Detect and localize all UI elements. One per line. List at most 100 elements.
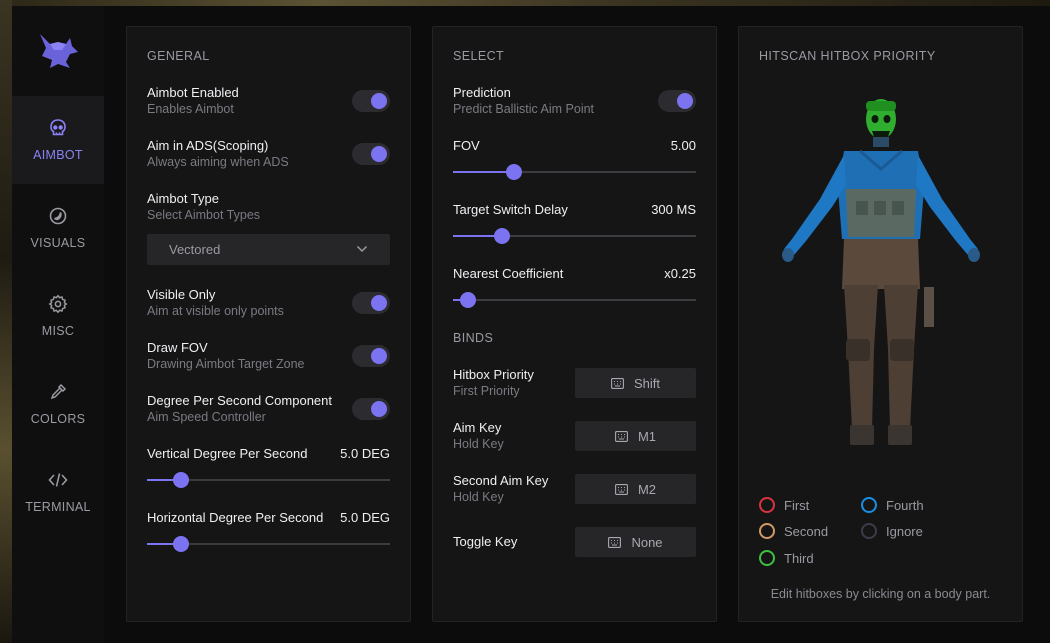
vertical-dps-value: 5.0 DEG bbox=[340, 446, 390, 461]
hitbox-left-leg[interactable] bbox=[844, 285, 878, 445]
slider-thumb[interactable] bbox=[505, 164, 522, 180]
skull-icon bbox=[50, 119, 66, 136]
slider-thumb[interactable] bbox=[493, 228, 510, 244]
horizontal-dps-label: Horizontal Degree Per Second bbox=[147, 510, 324, 525]
sidebar-item-terminal[interactable]: TERMINAL bbox=[12, 448, 104, 536]
aimbot-type-sub: Select Aimbot Types bbox=[147, 208, 261, 222]
bind-key-label: M1 bbox=[637, 428, 657, 444]
sidebar-item-aimbot[interactable]: AIMBOT bbox=[12, 96, 104, 184]
hitbox-panel: HITSCAN HITBOX PRIORITY First Fourth Sec… bbox=[738, 26, 1023, 622]
hitbox-pelvis[interactable] bbox=[842, 239, 920, 289]
nearest-coef-row: Nearest Coefficient x0.25 bbox=[453, 266, 696, 316]
legend-dot-second bbox=[759, 523, 775, 539]
slider-thumb[interactable] bbox=[173, 472, 190, 488]
nearest-coef-slider[interactable] bbox=[453, 292, 696, 308]
legend-first[interactable]: First bbox=[759, 497, 809, 513]
legend-ignore[interactable]: Ignore bbox=[861, 523, 923, 539]
slider-thumb[interactable] bbox=[459, 292, 476, 308]
aimbot-enabled-toggle[interactable] bbox=[352, 90, 390, 112]
prediction-toggle[interactable] bbox=[658, 90, 696, 112]
dps-component-toggle[interactable] bbox=[352, 398, 390, 420]
select-panel: SELECT Prediction Predict Ballistic Aim … bbox=[432, 26, 717, 622]
vertical-dps-slider[interactable] bbox=[147, 472, 390, 488]
nearest-coef-value: x0.25 bbox=[664, 266, 696, 281]
hitbox-hint-text: Edit hitboxes by clicking on a body part… bbox=[770, 587, 991, 601]
legend-label: Fourth bbox=[886, 497, 924, 513]
vertical-dps-label: Vertical Degree Per Second bbox=[147, 446, 308, 461]
general-panel: GENERAL Aimbot Enabled Enables Aimbot Ai… bbox=[126, 26, 411, 622]
sidebar-item-label: TERMINAL bbox=[25, 500, 91, 514]
sidebar: AIMBOT VISUALS MISC COLORS TERMINAL bbox=[12, 6, 104, 643]
app-window: AIMBOT VISUALS MISC COLORS TERMINAL GENE… bbox=[12, 6, 1050, 643]
bind-row-hitbox-priority: Hitbox Priority First Priority Shift bbox=[453, 367, 696, 398]
keyboard-icon bbox=[615, 430, 628, 442]
hitbox-left-arm[interactable] bbox=[782, 155, 846, 262]
eye-icon bbox=[49, 207, 67, 225]
fov-row: FOV 5.00 bbox=[453, 138, 696, 188]
hitbox-right-arm[interactable] bbox=[916, 155, 980, 262]
holster bbox=[924, 287, 934, 327]
visible-only-row: Visible Only Aim at visible only points bbox=[147, 287, 390, 318]
sidebar-item-misc[interactable]: MISC bbox=[12, 272, 104, 360]
hitbox-torso[interactable] bbox=[838, 149, 924, 239]
bind-key-button-toggle[interactable]: None bbox=[575, 527, 696, 557]
fov-value: 5.00 bbox=[670, 138, 696, 153]
sidebar-item-visuals[interactable]: VISUALS bbox=[12, 184, 104, 272]
content-area: GENERAL Aimbot Enabled Enables Aimbot Ai… bbox=[104, 6, 1050, 643]
hitbox-neck[interactable] bbox=[873, 137, 889, 147]
legend-label: First bbox=[784, 497, 810, 513]
fov-label: FOV bbox=[453, 138, 480, 153]
sidebar-item-label: AIMBOT bbox=[33, 148, 83, 162]
switch-delay-label: Target Switch Delay bbox=[453, 202, 568, 217]
chevron-down-icon bbox=[356, 245, 368, 253]
bind-key-button-second-aim[interactable]: M2 bbox=[575, 474, 696, 504]
nearest-coef-label: Nearest Coefficient bbox=[453, 266, 564, 281]
aimbot-type-select[interactable]: Vectored bbox=[147, 234, 390, 265]
sidebar-item-label: MISC bbox=[41, 324, 75, 338]
gear-icon bbox=[48, 294, 68, 314]
section-title-select: SELECT bbox=[453, 49, 505, 63]
bind-key-label: M2 bbox=[637, 481, 657, 497]
visible-only-toggle[interactable] bbox=[352, 292, 390, 314]
legend-dot-ignore bbox=[861, 523, 877, 539]
hitbox-right-leg[interactable] bbox=[884, 285, 918, 445]
horizontal-dps-slider[interactable] bbox=[147, 536, 390, 552]
fov-slider[interactable] bbox=[453, 164, 696, 180]
aim-ads-row: Aim in ADS(Scoping) Always aiming when A… bbox=[147, 138, 390, 169]
code-icon bbox=[48, 473, 68, 487]
aimbot-type-value: Vectored bbox=[169, 242, 221, 257]
sidebar-item-colors[interactable]: COLORS bbox=[12, 360, 104, 448]
bind-row-toggle-key: Toggle Key None bbox=[453, 527, 696, 557]
legend-label: Ignore bbox=[886, 523, 923, 539]
draw-fov-row: Draw FOV Drawing Aimbot Target Zone bbox=[147, 340, 390, 371]
legend-dot-third bbox=[759, 550, 775, 566]
section-title-general: GENERAL bbox=[147, 49, 210, 63]
sidebar-item-label: COLORS bbox=[30, 412, 86, 426]
section-title-hitbox: HITSCAN HITBOX PRIORITY bbox=[759, 49, 936, 63]
bind-key-button-aim[interactable]: M1 bbox=[575, 421, 696, 451]
draw-fov-toggle[interactable] bbox=[352, 345, 390, 367]
legend-dot-fourth bbox=[861, 497, 877, 513]
switch-delay-value: 300 MS bbox=[651, 202, 696, 217]
character-model bbox=[782, 99, 980, 445]
bind-row-second-aim-key: Second Aim Key Hold Key M2 bbox=[453, 473, 696, 504]
legend-dot-first bbox=[759, 497, 775, 513]
prediction-row: Prediction Predict Ballistic Aim Point bbox=[453, 85, 696, 116]
hitbox-head[interactable] bbox=[866, 99, 896, 139]
bind-key-label: None bbox=[631, 534, 663, 550]
switch-delay-row: Target Switch Delay 300 MS bbox=[453, 202, 696, 252]
slider-thumb[interactable] bbox=[173, 536, 190, 552]
switch-delay-slider[interactable] bbox=[453, 228, 696, 244]
legend-third[interactable]: Third bbox=[759, 550, 814, 566]
aim-ads-toggle[interactable] bbox=[352, 143, 390, 165]
legend-second[interactable]: Second bbox=[759, 523, 828, 539]
legend-label: Second bbox=[784, 523, 829, 539]
bind-key-label: Shift bbox=[633, 375, 660, 391]
legend-fourth[interactable]: Fourth bbox=[861, 497, 924, 513]
horizontal-dps-value: 5.0 DEG bbox=[340, 510, 390, 525]
aimbot-type-label: Aimbot Type bbox=[147, 191, 220, 206]
legend-label: Third bbox=[784, 550, 814, 566]
dps-component-row: Degree Per Second Component Aim Speed Co… bbox=[147, 393, 390, 424]
bind-key-button-hitbox[interactable]: Shift bbox=[575, 368, 696, 398]
bind-row-aim-key: Aim Key Hold Key M1 bbox=[453, 420, 696, 451]
